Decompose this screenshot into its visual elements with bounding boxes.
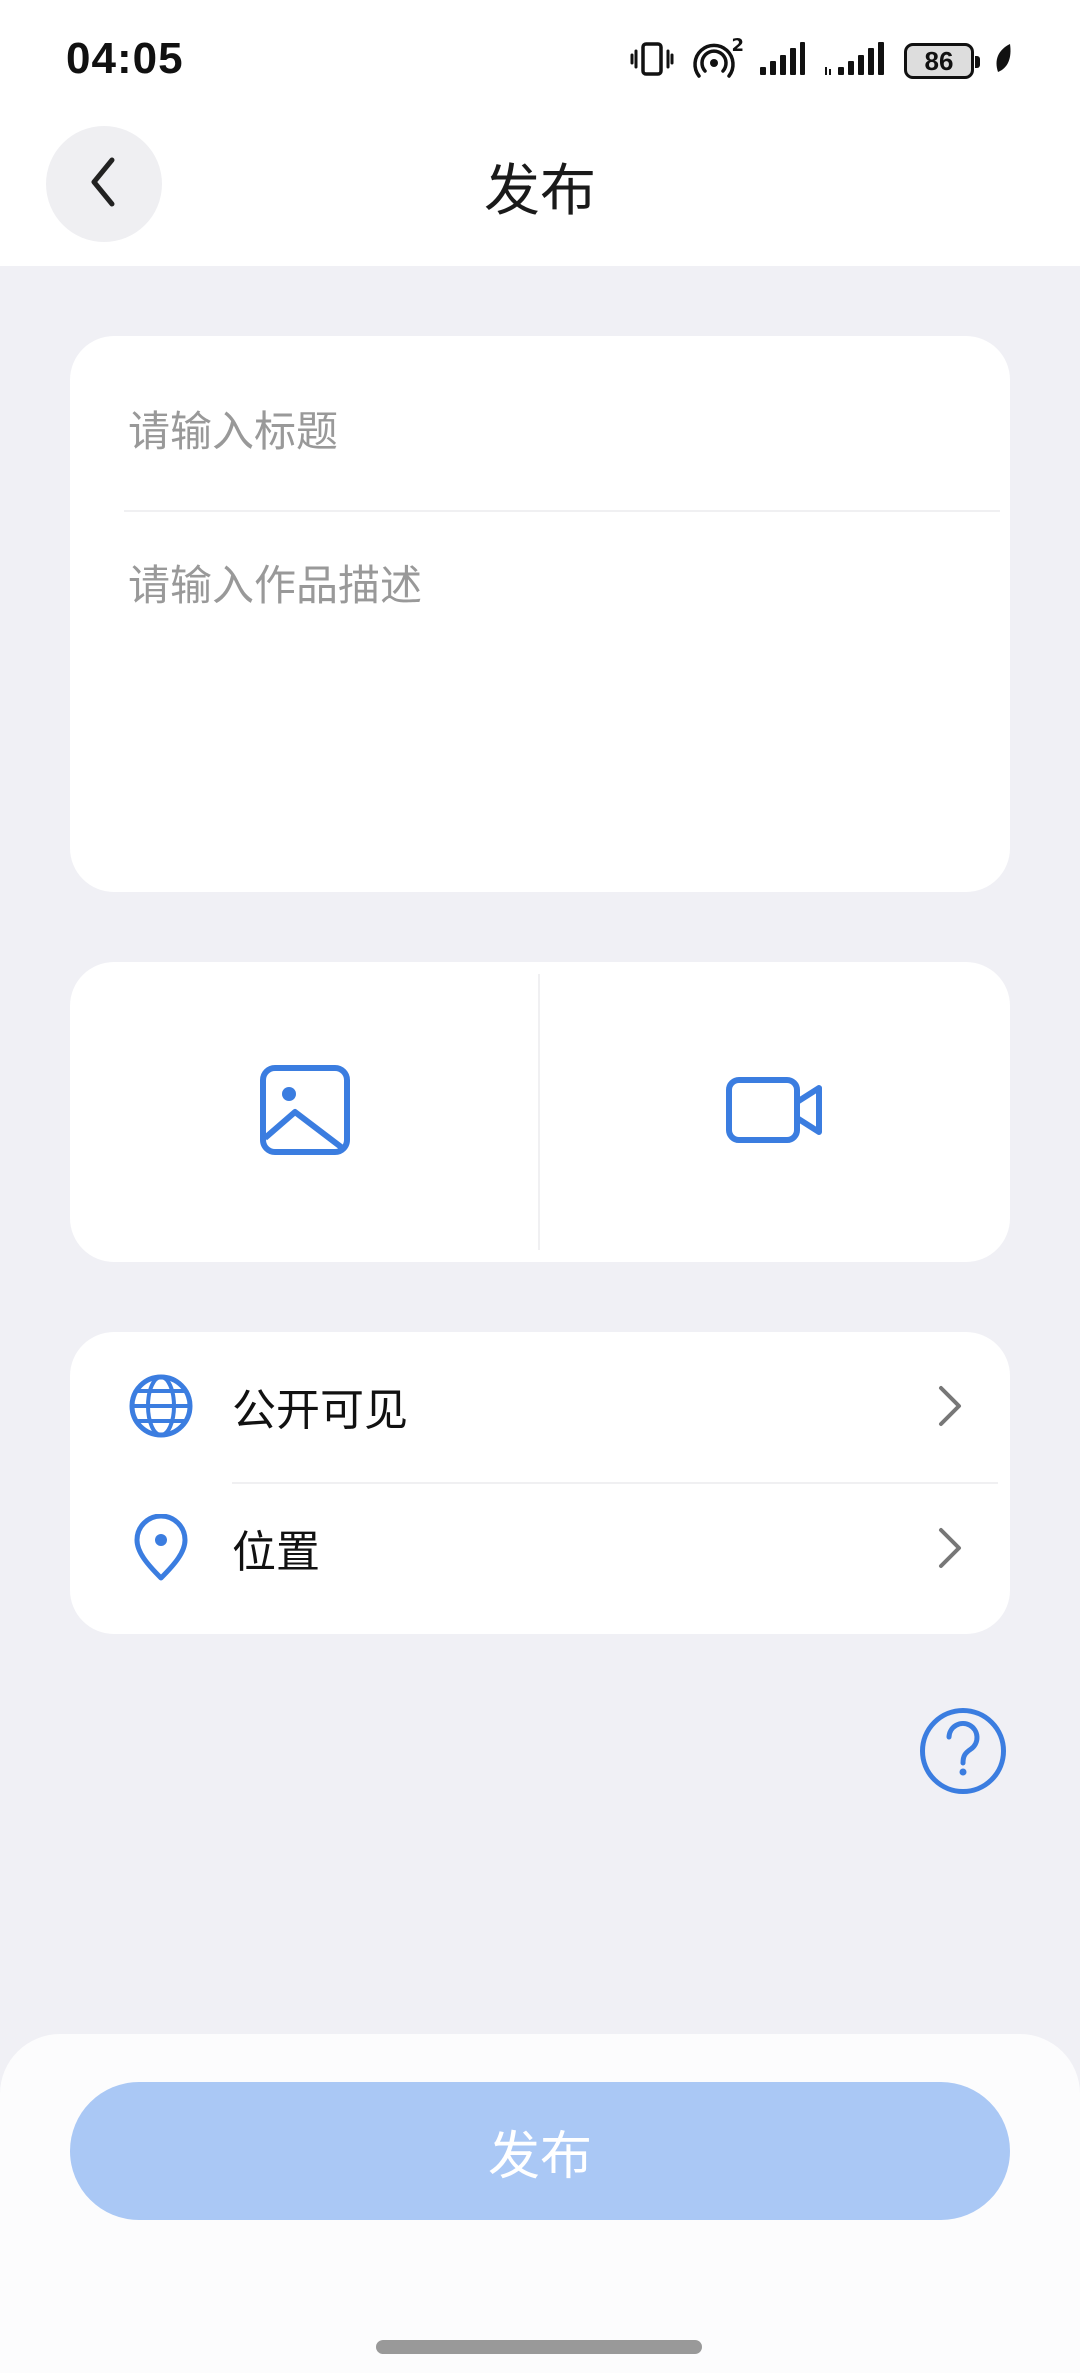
bottom-panel: 发布 bbox=[0, 2034, 1080, 2373]
options-card: 公开可见 位置 bbox=[70, 1332, 1010, 1634]
status-time: 04:05 bbox=[66, 34, 184, 83]
vibrate-icon bbox=[630, 39, 674, 83]
home-indicator[interactable] bbox=[376, 2340, 702, 2354]
visibility-label: 公开可见 bbox=[232, 1385, 408, 1436]
video-camera-icon bbox=[725, 1076, 825, 1148]
chevron-right-icon bbox=[930, 1523, 970, 1573]
header: 发布 bbox=[0, 120, 1080, 266]
text-input-card bbox=[70, 336, 1010, 892]
signal-icon bbox=[758, 39, 806, 83]
location-label: 位置 bbox=[232, 1527, 320, 1578]
media-divider bbox=[538, 974, 540, 1250]
leaf-icon bbox=[992, 42, 1014, 80]
globe-icon bbox=[126, 1371, 196, 1441]
help-button[interactable] bbox=[920, 1708, 1006, 1794]
divider bbox=[124, 510, 1000, 512]
media-card bbox=[70, 962, 1010, 1262]
help-icon bbox=[941, 1719, 985, 1783]
description-input[interactable] bbox=[128, 552, 948, 852]
visibility-option[interactable]: 公开可见 bbox=[70, 1336, 1010, 1476]
title-input[interactable] bbox=[128, 396, 948, 466]
hotspot-count: 2 bbox=[731, 35, 744, 56]
publish-button[interactable]: 发布 bbox=[70, 2082, 1010, 2220]
page-title: 发布 bbox=[484, 159, 596, 224]
status-icons: 2 86 bbox=[630, 35, 1014, 86]
add-image-button[interactable] bbox=[70, 962, 540, 1262]
add-video-button[interactable] bbox=[540, 962, 1010, 1262]
hotspot-icon: 2 bbox=[692, 35, 744, 81]
chevron-right-icon bbox=[930, 1381, 970, 1431]
battery-icon: 86 bbox=[904, 43, 980, 79]
signal-icon-2 bbox=[824, 39, 886, 83]
image-icon bbox=[259, 1064, 351, 1160]
location-option[interactable]: 位置 bbox=[70, 1478, 1010, 1618]
publish-page: 04:05 2 86 发布 请输入标题 请输入作品描述 公开可见 位置 发布 bbox=[0, 0, 1080, 2373]
location-pin-icon bbox=[126, 1513, 196, 1583]
status-bar: 04:05 2 86 bbox=[0, 0, 1080, 120]
